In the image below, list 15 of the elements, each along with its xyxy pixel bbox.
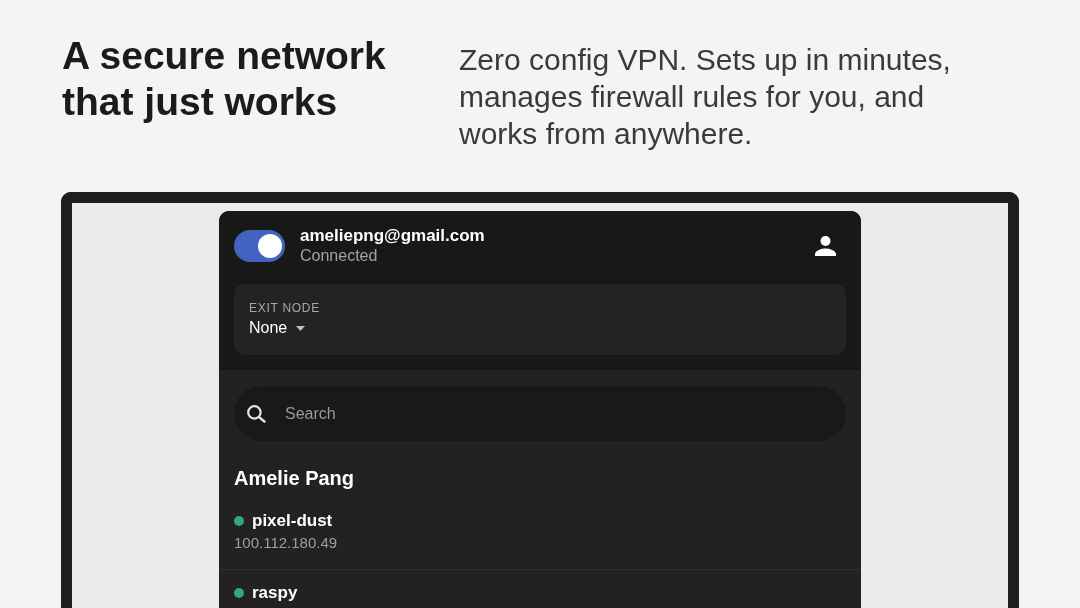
device-address: 100.112.180.49 bbox=[234, 533, 338, 553]
exit-node-dropdown[interactable]: None bbox=[249, 317, 306, 339]
caret-icon bbox=[296, 325, 306, 331]
connection-status: Connected bbox=[300, 246, 378, 266]
owner-name: Amelie Pang bbox=[234, 466, 355, 491]
exit-node-label: EXIT NODE bbox=[249, 300, 320, 316]
person-icon[interactable] bbox=[815, 236, 836, 256]
description: Zero config VPN. Sets up in minutes, manages firewall rules for you, and works from anywhere. bbox=[459, 42, 952, 152]
device-name[interactable]: pixel-dust bbox=[252, 510, 333, 532]
headline: A secure network that just works bbox=[62, 33, 387, 125]
vpn-toggle[interactable] bbox=[234, 230, 285, 262]
account-email: ameliepng@gmail.com bbox=[300, 226, 485, 246]
device-name[interactable]: raspy bbox=[252, 582, 298, 604]
search-field[interactable]: Search bbox=[234, 386, 846, 441]
search-icon bbox=[247, 405, 266, 423]
